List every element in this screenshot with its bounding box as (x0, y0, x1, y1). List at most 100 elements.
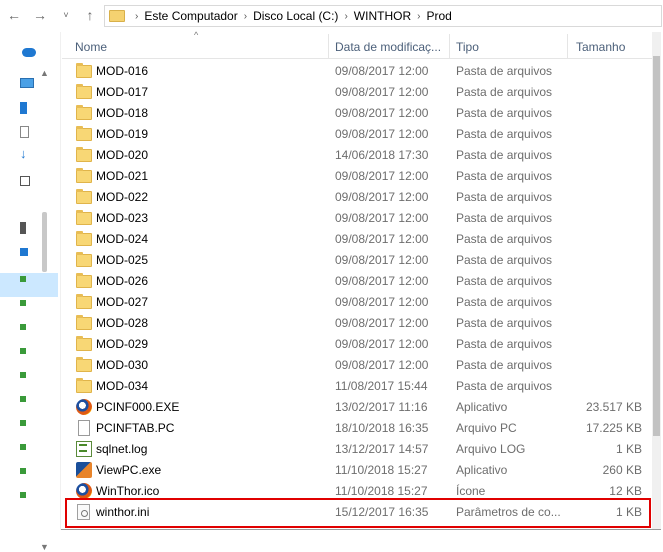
breadcrumb-prod[interactable]: Prod (426, 9, 451, 23)
column-divider[interactable] (449, 34, 450, 58)
file-type: Aplicativo (456, 463, 508, 477)
navigation-pane[interactable]: ▲ ↓ ▼ (0, 32, 61, 552)
file-date-modified: 09/08/2017 12:00 (335, 274, 429, 288)
file-row[interactable]: MOD-029 09/08/2017 12:00 Pasta de arquivos (62, 333, 652, 354)
network-drive-icon[interactable] (20, 444, 26, 450)
network-drive-icon[interactable] (20, 420, 26, 426)
nav-item-selected[interactable] (0, 273, 58, 297)
folder-icon (76, 252, 92, 267)
chevron-right-icon[interactable]: › (244, 11, 247, 22)
file-name: MOD-026 (96, 274, 149, 288)
column-header-name[interactable]: Nome (75, 40, 107, 54)
file-row[interactable]: MOD-034 11/08/2017 15:44 Pasta de arquivos (62, 375, 652, 396)
file-list[interactable]: ^ Nome Data de modificaç... Tipo Tamanho… (62, 30, 652, 530)
chevron-right-icon[interactable]: › (135, 11, 138, 22)
file-date-modified: 09/08/2017 12:00 (335, 190, 429, 204)
folder-icon (76, 189, 92, 204)
file-row[interactable]: MOD-028 09/08/2017 12:00 Pasta de arquivos (62, 312, 652, 333)
pictures-icon[interactable] (20, 176, 30, 186)
file-row[interactable]: MOD-020 14/06/2018 17:30 Pasta de arquivos (62, 144, 652, 165)
winthor-app-icon (76, 483, 92, 499)
address-bar[interactable]: › Este Computador › Disco Local (C:) › W… (104, 5, 662, 27)
file-row[interactable]: PCINFTAB.PC 18/10/2018 16:35 Arquivo PC 17.… (62, 417, 652, 438)
file-date-modified: 11/10/2018 15:27 (335, 463, 428, 477)
file-name: MOD-028 (96, 316, 149, 330)
file-type: Pasta de arquivos (456, 190, 553, 204)
column-header-row: ^ Nome Data de modificaç... Tipo Tamanho (62, 30, 652, 59)
file-name: MOD-024 (96, 232, 149, 246)
column-header-type[interactable]: Tipo (456, 40, 479, 54)
up-arrow-icon[interactable]: ↑ (80, 5, 100, 25)
file-type: Pasta de arquivos (456, 337, 553, 351)
folder-icon (76, 378, 92, 393)
breadcrumb-local-disk[interactable]: Disco Local (C:) (253, 9, 338, 23)
recent-locations-chevron-icon[interactable]: ˅ (56, 5, 76, 25)
file-name: PCINFTAB.PC (96, 421, 175, 435)
network-drive-icon[interactable] (20, 468, 26, 474)
folder-icon (76, 357, 92, 372)
file-row[interactable]: MOD-024 09/08/2017 12:00 Pasta de arquivos (62, 228, 652, 249)
vertical-scrollbar[interactable] (652, 32, 661, 529)
file-row[interactable]: sqlnet.log 13/12/2017 14:57 Arquivo LOG 1 K… (62, 438, 652, 459)
chevron-right-icon[interactable]: › (417, 11, 420, 22)
chevron-right-icon[interactable]: › (344, 11, 347, 22)
file-date-modified: 14/06/2018 17:30 (335, 148, 429, 162)
network-drive-icon[interactable] (20, 276, 26, 282)
local-disk-icon[interactable] (20, 248, 28, 256)
network-drive-icon[interactable] (20, 324, 26, 330)
file-row[interactable]: MOD-018 09/08/2017 12:00 Pasta de arquivos (62, 102, 652, 123)
forward-arrow-icon[interactable]: → (30, 5, 50, 25)
folder-icon (76, 126, 92, 141)
file-row[interactable]: MOD-023 09/08/2017 12:00 Pasta de arquivos (62, 207, 652, 228)
file-name: ViewPC.exe (96, 463, 162, 477)
file-name: MOD-029 (96, 337, 149, 351)
column-header-date[interactable]: Data de modificaç... (335, 40, 447, 54)
file-row[interactable]: MOD-019 09/08/2017 12:00 Pasta de arquivos (62, 123, 652, 144)
winthor-app-icon (76, 399, 92, 415)
file-name: WinThor.ico (96, 484, 160, 498)
file-name: MOD-027 (96, 295, 149, 309)
file-row[interactable]: MOD-021 09/08/2017 12:00 Pasta de arquivos (62, 165, 652, 186)
scroll-up-icon[interactable]: ▲ (40, 68, 49, 78)
downloads-icon[interactable]: ↓ (20, 147, 32, 160)
network-drive-icon[interactable] (20, 348, 26, 354)
documents-icon[interactable] (20, 126, 29, 138)
folder-icon (109, 10, 125, 22)
file-size: 17.225 KB (585, 421, 642, 435)
file-row[interactable]: ViewPC.exe 11/10/2018 15:27 Aplicativo 260 … (62, 459, 652, 480)
nav-scrollbar-thumb[interactable] (42, 212, 47, 272)
file-row[interactable]: MOD-025 09/08/2017 12:00 Pasta de arquivos (62, 249, 652, 270)
file-row[interactable]: MOD-017 09/08/2017 12:00 Pasta de arquivos (62, 81, 652, 102)
file-row[interactable]: MOD-022 09/08/2017 12:00 Pasta de arquivos (62, 186, 652, 207)
file-size: 23.517 KB (585, 400, 642, 414)
folder-icon (76, 294, 92, 309)
network-drive-icon[interactable] (20, 492, 26, 498)
network-drive-icon[interactable] (20, 372, 26, 378)
file-name: MOD-017 (96, 85, 149, 99)
file-row[interactable]: PCINF000.EXE 13/02/2017 11:16 Aplicativo 23… (62, 396, 652, 417)
videos-icon[interactable] (20, 222, 26, 234)
file-row[interactable]: MOD-026 09/08/2017 12:00 Pasta de arquivos (62, 270, 652, 291)
breadcrumb-computer[interactable]: Este Computador (144, 9, 237, 23)
scrollbar-thumb[interactable] (653, 56, 660, 436)
desktop-icon[interactable] (20, 102, 27, 114)
column-header-size[interactable]: Tamanho (576, 40, 625, 54)
file-name: MOD-019 (96, 127, 149, 141)
this-pc-icon[interactable] (20, 78, 34, 88)
network-drive-icon[interactable] (20, 396, 26, 402)
file-date-modified: 09/08/2017 12:00 (335, 211, 429, 225)
file-type: Aplicativo (456, 400, 508, 414)
onedrive-icon[interactable] (22, 48, 36, 57)
file-row[interactable]: MOD-030 09/08/2017 12:00 Pasta de arquivos (62, 354, 652, 375)
file-row[interactable]: MOD-027 09/08/2017 12:00 Pasta de arquivos (62, 291, 652, 312)
file-row[interactable]: MOD-016 09/08/2017 12:00 Pasta de arquivos (62, 60, 652, 81)
network-drive-icon[interactable] (20, 300, 26, 306)
breadcrumb-winthor[interactable]: WINTHOR (354, 9, 411, 23)
back-arrow-icon[interactable]: ← (4, 5, 24, 25)
column-divider[interactable] (328, 34, 329, 58)
column-divider[interactable] (567, 34, 568, 58)
file-type: Arquivo PC (456, 421, 517, 435)
scroll-down-icon[interactable]: ▼ (40, 542, 49, 552)
file-type: Pasta de arquivos (456, 253, 553, 267)
folder-icon (76, 210, 92, 225)
